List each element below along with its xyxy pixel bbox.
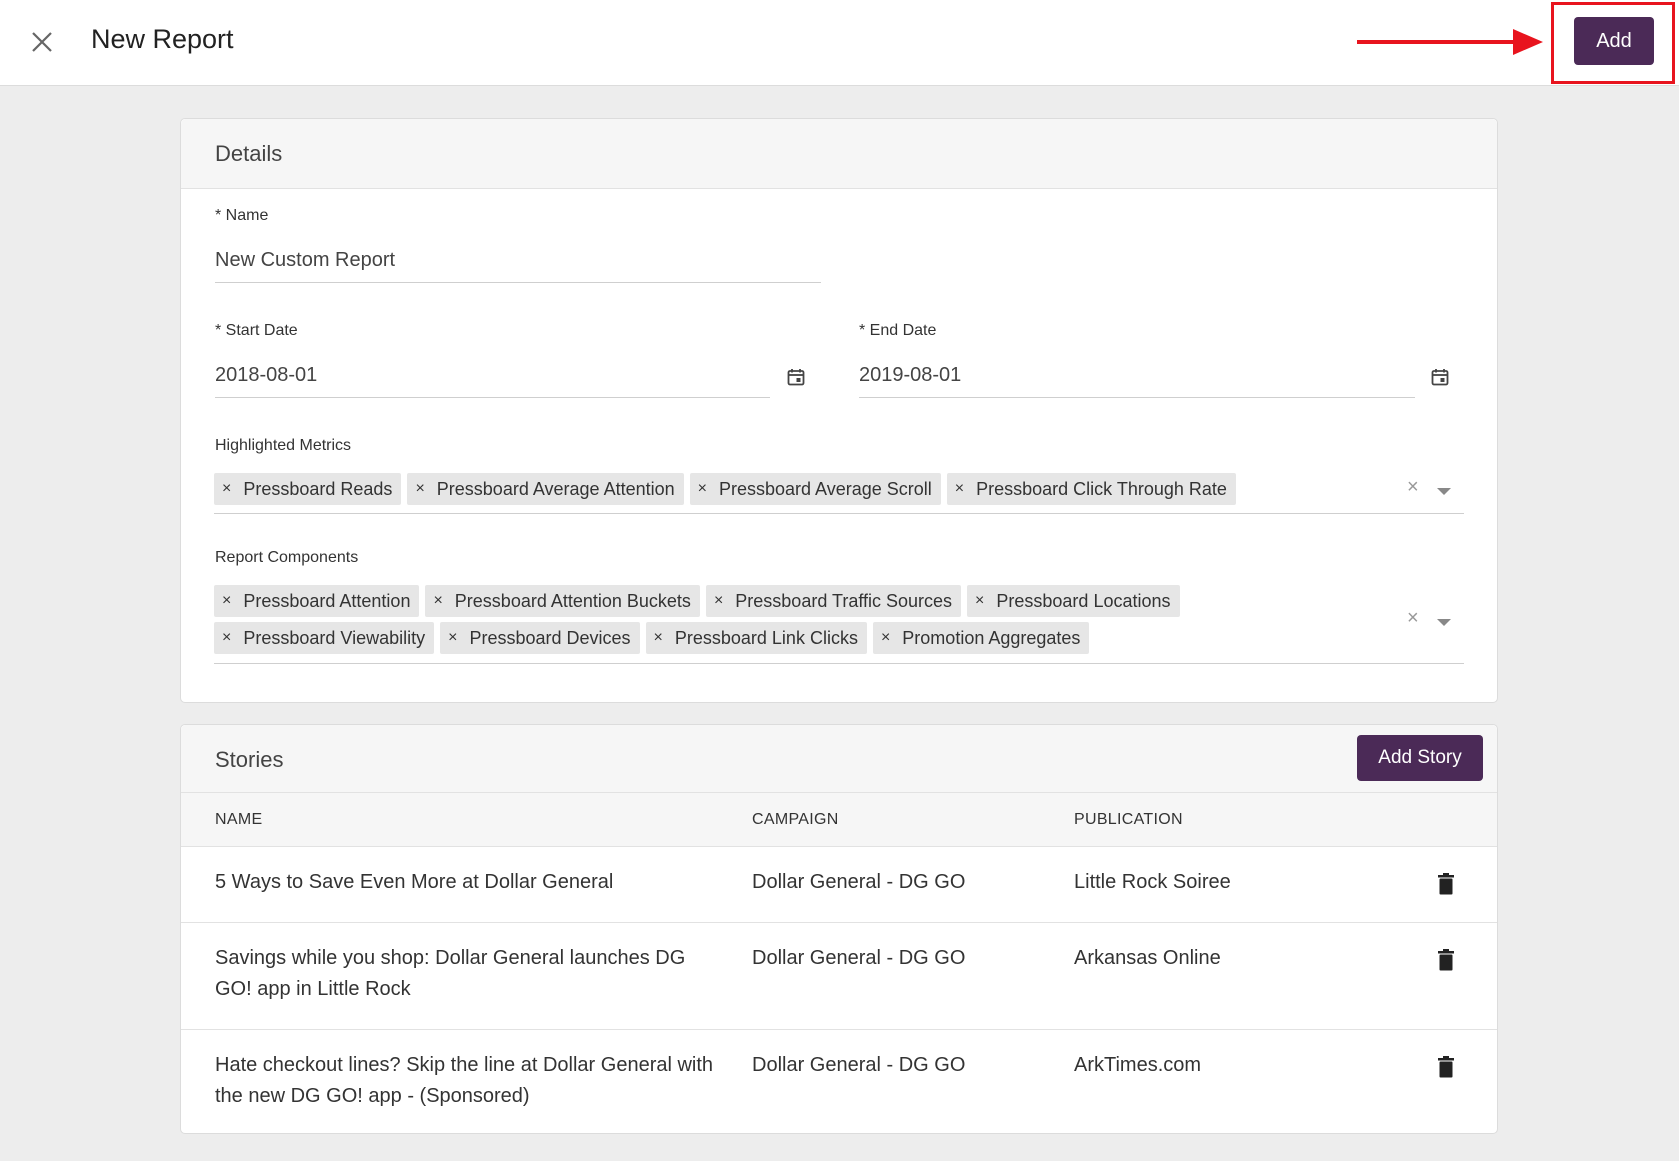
highlighted-metrics-label: Highlighted Metrics	[215, 437, 352, 454]
component-chip: × Pressboard Link Clicks	[645, 622, 867, 654]
component-chip: × Pressboard Locations	[967, 585, 1180, 617]
top-bar: New Report Add	[0, 0, 1679, 86]
report-components-label: Report Components	[215, 549, 359, 566]
end-date-input[interactable]: 2019-08-01	[859, 358, 1415, 398]
trash-icon[interactable]	[1437, 1056, 1455, 1078]
clear-icon[interactable]: ×	[1407, 607, 1419, 630]
story-publication: ArkTimes.com	[1074, 1054, 1202, 1076]
story-name: Hate checkout lines? Skip the line at Do…	[215, 1054, 714, 1107]
metric-chip: × Pressboard Average Attention	[407, 473, 684, 505]
name-label: * Name	[215, 207, 269, 224]
remove-chip-icon[interactable]: ×	[714, 592, 723, 610]
components-underline	[214, 663, 1464, 664]
story-publication: Arkansas Online	[1074, 947, 1221, 969]
table-row[interactable]: 5 Ways to Save Even More at Dollar Gener…	[181, 847, 1497, 923]
remove-chip-icon[interactable]: ×	[415, 480, 424, 498]
clear-icon[interactable]: ×	[1407, 476, 1419, 499]
remove-chip-icon[interactable]: ×	[881, 629, 890, 647]
remove-chip-icon[interactable]: ×	[654, 629, 663, 647]
table-row[interactable]: Savings while you shop: Dollar General l…	[181, 923, 1497, 1030]
remove-chip-icon[interactable]: ×	[433, 592, 442, 610]
table-header: NAME CAMPAIGN PUBLICATION	[181, 793, 1497, 847]
story-campaign: Dollar General - DG GO	[752, 947, 966, 969]
annotation-arrow-icon	[1357, 29, 1543, 55]
metric-chip: × Pressboard Click Through Rate	[946, 473, 1236, 505]
page-title: New Report	[91, 24, 234, 54]
table-row[interactable]: Hate checkout lines? Skip the line at Do…	[181, 1030, 1497, 1134]
start-date-input[interactable]: 2018-08-01	[215, 358, 770, 398]
trash-icon[interactable]	[1437, 873, 1455, 895]
column-header-name[interactable]: NAME	[215, 811, 262, 829]
name-input[interactable]: New Custom Report	[215, 243, 821, 283]
component-chip: × Pressboard Attention Buckets	[425, 585, 700, 617]
metric-chip: × Pressboard Reads	[214, 473, 402, 505]
remove-chip-icon[interactable]: ×	[222, 592, 231, 610]
add-story-button[interactable]: Add Story	[1357, 735, 1483, 781]
add-button[interactable]: Add	[1574, 17, 1654, 65]
remove-chip-icon[interactable]: ×	[955, 480, 964, 498]
details-title: Details	[215, 141, 283, 166]
remove-chip-icon[interactable]: ×	[698, 480, 707, 498]
component-chip: × Promotion Aggregates	[872, 622, 1090, 654]
start-date-label: * Start Date	[215, 322, 298, 339]
remove-chip-icon[interactable]: ×	[975, 592, 984, 610]
story-name: Savings while you shop: Dollar General l…	[215, 947, 686, 1000]
chevron-down-icon[interactable]	[1437, 619, 1451, 626]
remove-chip-icon[interactable]: ×	[448, 629, 457, 647]
remove-chip-icon[interactable]: ×	[222, 629, 231, 647]
component-chip: × Pressboard Traffic Sources	[705, 585, 962, 617]
calendar-icon[interactable]	[787, 368, 805, 386]
trash-icon[interactable]	[1437, 949, 1455, 971]
details-card: Details * Name New Custom Report * Start…	[180, 118, 1498, 703]
component-chip: × Pressboard Viewability	[214, 622, 435, 654]
component-chip: × Pressboard Devices	[440, 622, 640, 654]
report-components-select[interactable]: × Pressboard Attention × Pressboard Attenti…	[214, 585, 1464, 659]
story-campaign: Dollar General - DG GO	[752, 871, 966, 893]
chevron-down-icon[interactable]	[1437, 488, 1451, 495]
story-name: 5 Ways to Save Even More at Dollar Gener…	[215, 871, 614, 893]
highlighted-metrics-select[interactable]: × Pressboard Reads × Pressboard Average Att…	[214, 473, 1464, 510]
stories-title: Stories	[215, 747, 284, 772]
story-campaign: Dollar General - DG GO	[752, 1054, 966, 1076]
details-header: Details	[181, 119, 1497, 189]
close-icon[interactable]	[28, 28, 56, 56]
column-header-publication[interactable]: PUBLICATION	[1074, 811, 1183, 829]
remove-chip-icon[interactable]: ×	[222, 480, 231, 498]
metric-chip: × Pressboard Average Scroll	[689, 473, 941, 505]
calendar-icon[interactable]	[1431, 368, 1449, 386]
stories-header: Stories Add Story	[181, 725, 1497, 793]
component-chip: × Pressboard Attention	[214, 585, 420, 617]
stories-card: Stories Add Story NAME CAMPAIGN PUBLICAT…	[180, 724, 1498, 1134]
end-date-label: * End Date	[859, 322, 937, 339]
column-header-campaign[interactable]: CAMPAIGN	[752, 811, 839, 829]
metrics-underline	[214, 513, 1464, 514]
story-publication: Little Rock Soiree	[1074, 871, 1231, 893]
